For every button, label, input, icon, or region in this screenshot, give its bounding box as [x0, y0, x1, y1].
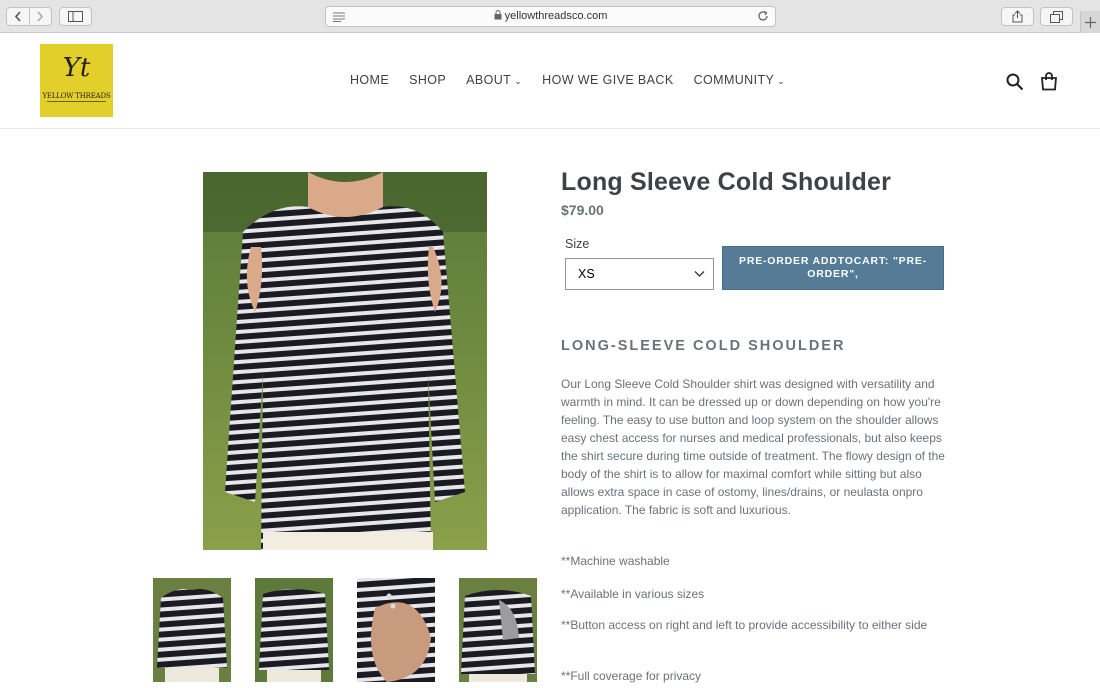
nav-shop[interactable]: SHOP [399, 73, 456, 87]
preorder-add-to-cart-button[interactable]: PRE-ORDER ADDTOCART: "PRE-ORDER", [722, 246, 944, 290]
nav-community[interactable]: COMMUNITY ⌄ [684, 73, 796, 87]
history-buttons [6, 7, 52, 26]
tabs-icon [1050, 10, 1063, 23]
search-icon[interactable] [1006, 73, 1024, 91]
logo-tagline-line [47, 101, 106, 102]
size-selected-value: XS [578, 267, 595, 281]
tabs-button[interactable] [1040, 7, 1073, 26]
feature-line: **Available in various sizes [561, 587, 705, 601]
site-header: Yt YELLOW THREADS HOME SHOP ABOUT ⌄ HOW W… [0, 33, 1100, 129]
nav-shop-label: SHOP [409, 73, 447, 87]
product-description: Our Long Sleeve Cold Shoulder shirt was … [561, 377, 945, 517]
description-heading: LONG-SLEEVE COLD SHOULDER [561, 338, 846, 354]
thumbnail-shoulder-detail[interactable] [357, 578, 435, 682]
thumbnail-front[interactable] [153, 578, 231, 682]
lock-icon [494, 10, 502, 20]
forward-button[interactable] [28, 8, 52, 25]
forward-icon [37, 11, 44, 22]
share-icon [1012, 10, 1023, 23]
cart-icon[interactable] [1040, 72, 1058, 91]
product-main-image[interactable] [203, 172, 487, 550]
chevron-down-icon: ⌄ [777, 76, 786, 86]
new-tab-button[interactable] [1080, 11, 1100, 33]
feature-line: **Button access on right and left to pro… [561, 618, 928, 632]
nav-community-label: COMMUNITY [693, 73, 775, 87]
size-select[interactable]: XS [565, 258, 714, 290]
url-text: yellowthreadsco.com [326, 10, 775, 22]
nav-home-label: HOME [350, 73, 390, 87]
reload-icon[interactable] [757, 10, 769, 22]
chevron-down-icon: ⌄ [514, 76, 523, 86]
site-logo[interactable]: Yt YELLOW THREADS [40, 44, 113, 117]
browser-toolbar: yellowthreadsco.com [0, 0, 1100, 33]
main-navigation: HOME SHOP ABOUT ⌄ HOW WE GIVE BACK COMMUN… [340, 73, 795, 87]
feature-line: **Machine washable [561, 554, 670, 568]
share-button[interactable] [1001, 7, 1034, 26]
back-button[interactable] [7, 8, 29, 25]
product-thumbnails [153, 578, 537, 682]
thumbnail-back[interactable] [255, 578, 333, 682]
thumbnail-open-shoulder[interactable] [459, 578, 537, 682]
address-bar[interactable]: yellowthreadsco.com [325, 6, 776, 27]
nav-give-back-label: HOW WE GIVE BACK [542, 73, 674, 87]
nav-about[interactable]: ABOUT ⌄ [456, 73, 532, 87]
feature-line: **Full coverage for privacy [561, 669, 702, 683]
sidebar-icon [68, 11, 83, 22]
logo-monogram: Yt [62, 53, 91, 83]
size-label: Size [565, 237, 590, 251]
logo-text: YELLOW THREADS [42, 92, 111, 100]
chevron-down-icon [694, 271, 705, 277]
striped-shirt-photo [203, 172, 487, 550]
product-price: $79.00 [561, 202, 604, 218]
sidebar-button[interactable] [59, 7, 92, 26]
new-tab-icon [1085, 16, 1096, 28]
product-title: Long Sleeve Cold Shoulder [561, 168, 892, 196]
nav-about-label: ABOUT [466, 73, 512, 87]
url-label: yellowthreadsco.com [504, 10, 608, 22]
nav-how-we-give-back[interactable]: HOW WE GIVE BACK [532, 73, 683, 87]
back-icon [14, 11, 21, 22]
nav-home[interactable]: HOME [340, 73, 399, 87]
